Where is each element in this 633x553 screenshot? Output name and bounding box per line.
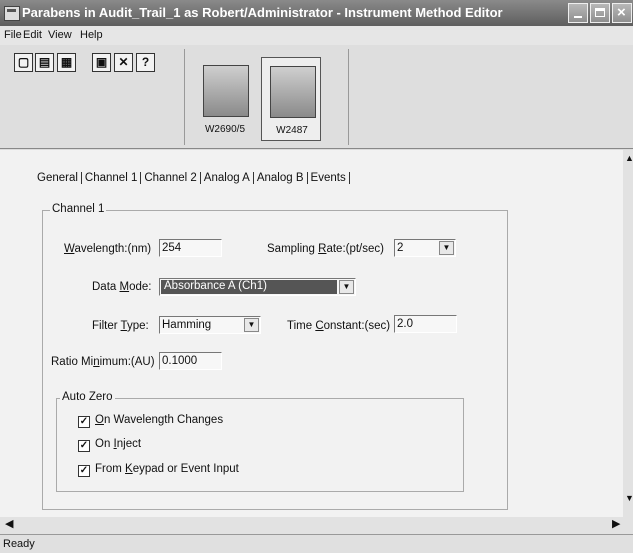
print-icon: ▣ — [95, 55, 108, 69]
data-mode-label: Data Mode: — [92, 281, 152, 293]
tab-events[interactable]: Events — [308, 172, 350, 184]
ratio-minimum-label: Ratio Minimum:(AU) — [51, 356, 155, 368]
instrument-w2690-label: W2690/5 — [204, 124, 246, 135]
checkbox-checked-icon: ✓ — [78, 465, 90, 477]
new-button[interactable]: ▢ — [14, 53, 33, 72]
title-bar: Parabens in Audit_Trail_1 as Robert/Admi… — [0, 0, 633, 26]
delete-button[interactable]: ✕ — [114, 53, 133, 72]
horizontal-scrollbar[interactable]: ◀ ▶ — [0, 517, 633, 534]
filter-type-select[interactable]: Hamming ▼ — [159, 316, 261, 334]
sampling-rate-label: Sampling Rate:(pt/sec) — [267, 243, 384, 255]
maximize-button[interactable] — [590, 3, 610, 23]
chevron-down-icon: ▼ — [439, 241, 454, 255]
toolbar-area: ▢ ▤ ▦ ▣ ✕ ? W2690/5 W2487 — [0, 45, 633, 149]
auto-zero-keypad-checkbox[interactable]: ✓ From Keypad or Event Input — [78, 463, 239, 477]
wavelength-input[interactable]: 254 — [159, 239, 222, 257]
status-bar: Ready — [0, 534, 633, 553]
instrument-panel: W2690/5 W2487 — [184, 49, 349, 145]
time-constant-input[interactable]: 2.0 — [394, 315, 457, 333]
time-constant-label: Time Constant:(sec) — [287, 320, 391, 332]
save-button[interactable]: ▦ — [57, 53, 76, 72]
tab-channel-2[interactable]: Channel 2 — [141, 172, 201, 184]
data-mode-value: Absorbance A (Ch1) — [161, 280, 337, 294]
filter-type-value: Hamming — [162, 319, 212, 331]
tab-analog-b[interactable]: Analog B — [254, 172, 308, 184]
open-icon: ▤ — [38, 55, 51, 69]
method-editor-panel: General Channel 1 Channel 2 Analog A Analog … — [0, 150, 623, 517]
wavelength-label: Wavelength:(nm) — [64, 243, 152, 255]
ratio-minimum-input[interactable]: 0.1000 — [159, 352, 222, 370]
menu-view[interactable]: View — [48, 29, 72, 41]
auto-zero-inject-checkbox[interactable]: ✓ On Inject — [78, 438, 141, 452]
new-icon: ▢ — [17, 55, 30, 69]
print-button[interactable]: ▣ — [92, 53, 111, 72]
auto-zero-wavelength-checkbox[interactable]: ✓ On Wavelength Changes — [78, 414, 223, 428]
window-title: Parabens in Audit_Trail_1 as Robert/Admi… — [22, 5, 503, 20]
scroll-up-icon[interactable]: ▲ — [625, 153, 633, 163]
scroll-down-icon[interactable]: ▼ — [625, 493, 633, 503]
open-button[interactable]: ▤ — [35, 53, 54, 72]
chevron-down-icon: ▼ — [339, 280, 354, 294]
menu-help[interactable]: Help — [80, 29, 103, 41]
instrument-w2487[interactable]: W2487 — [261, 57, 321, 141]
help-pointer-icon: ? — [141, 55, 150, 69]
tab-bar: General Channel 1 Channel 2 Analog A Analog … — [34, 172, 350, 184]
channel-group-title: Channel 1 — [50, 203, 107, 215]
instrument-w2487-icon — [270, 66, 316, 118]
filter-type-label: Filter Type: — [92, 320, 149, 332]
save-icon: ▦ — [60, 55, 73, 69]
auto-zero-title: Auto Zero — [60, 391, 115, 403]
checkbox-checked-icon: ✓ — [78, 416, 90, 428]
sampling-rate-value: 2 — [397, 242, 404, 254]
close-icon: × — [617, 4, 626, 21]
menu-edit[interactable]: Edit — [23, 29, 42, 41]
instrument-w2690-icon — [203, 65, 249, 117]
instrument-w2690[interactable]: W2690/5 — [195, 57, 255, 141]
scroll-right-icon[interactable]: ▶ — [612, 517, 620, 530]
scroll-left-icon[interactable]: ◀ — [5, 517, 13, 530]
vertical-scrollbar[interactable]: ▲ ▼ — [623, 150, 633, 517]
tab-channel-1[interactable]: Channel 1 — [82, 172, 142, 184]
tab-general[interactable]: General — [34, 172, 82, 184]
instrument-w2487-label: W2487 — [276, 125, 308, 136]
minimize-button[interactable] — [568, 3, 588, 23]
menu-file[interactable]: File — [4, 29, 22, 41]
tab-analog-a[interactable]: Analog A — [201, 172, 254, 184]
sampling-rate-select[interactable]: 2 ▼ — [394, 239, 456, 257]
checkbox-checked-icon: ✓ — [78, 440, 90, 452]
status-text: Ready — [3, 538, 35, 550]
delete-icon: ✕ — [118, 55, 129, 69]
app-icon — [4, 6, 20, 21]
close-button[interactable]: × — [612, 3, 632, 23]
menu-bar: File Edit View Help — [0, 26, 633, 45]
chevron-down-icon: ▼ — [244, 318, 259, 332]
data-mode-select[interactable]: Absorbance A (Ch1) ▼ — [159, 278, 356, 296]
help-button[interactable]: ? — [136, 53, 155, 72]
